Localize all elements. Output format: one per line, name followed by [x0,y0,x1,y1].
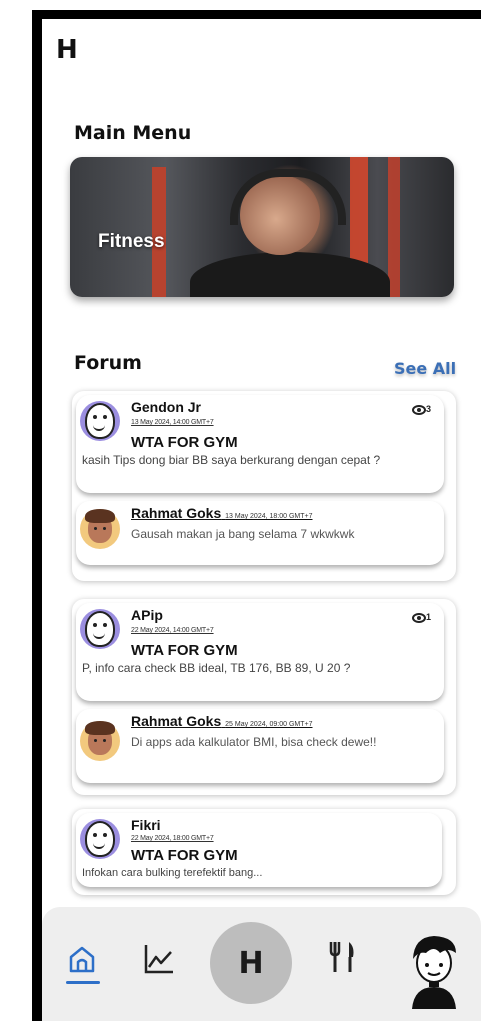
reply-card[interactable]: Rahmat Goks 13 May 2024, 18:00 GMT+7 Gau… [76,501,444,565]
main-menu-title: Main Menu [74,122,192,144]
post-author: APip [131,607,163,623]
nav-profile[interactable] [404,923,464,1009]
user-avatar [80,401,120,441]
forum-thread: APip 22 May 2024, 14:00 GMT+7 1 WTA FOR … [72,599,456,795]
post-body: Infokan cara bulking terefektif bang... [82,867,263,879]
reply-author: Rahmat Goks 25 May 2024, 09:00 GMT+7 [131,713,313,729]
user-avatar [80,509,120,549]
forum-post-card[interactable]: Gendon Jr 13 May 2024, 14:00 GMT+7 3 WTA… [76,395,444,493]
profile-avatar-icon [412,936,456,1009]
device-frame-top [32,10,481,19]
view-count: 3 [412,404,431,415]
user-avatar [80,609,120,649]
post-title: WTA FOR GYM [131,642,238,659]
app-screen: H Main Menu Fitness Forum See All Gendon… [42,19,481,1021]
nav-statistics[interactable] [139,939,179,979]
forum-thread: Fikri 22 May 2024, 18:00 GMT+7 WTA FOR G… [72,809,456,895]
forum-title: Forum [74,352,142,374]
headphones-graphic [230,169,346,225]
reply-card[interactable]: Rahmat Goks 25 May 2024, 09:00 GMT+7 Di … [76,709,444,783]
app-logo: H [56,35,78,65]
nav-home[interactable] [64,939,100,979]
fork-knife-icon [329,942,354,972]
nav-nutrition[interactable] [322,937,362,977]
home-icon [69,946,95,973]
nav-center-logo-button[interactable]: H [210,922,292,1004]
fitness-menu-card[interactable]: Fitness [70,157,454,297]
bottom-navigation: H [42,907,481,1021]
post-body: P, info cara check BB ideal, TB 176, BB … [82,661,351,675]
user-avatar [80,819,120,859]
fitness-card-label: Fitness [98,231,165,252]
active-tab-indicator [66,981,100,984]
chart-icon [144,945,173,974]
reply-body: Gausah makan ja bang selama 7 wkwkwk [131,527,355,541]
post-title: WTA FOR GYM [131,847,238,864]
user-avatar [80,721,120,761]
forum-thread: Gendon Jr 13 May 2024, 14:00 GMT+7 3 WTA… [72,391,456,581]
hero-background-pillar [388,157,400,297]
reply-author: Rahmat Goks 13 May 2024, 18:00 GMT+7 [131,505,313,521]
reply-date: 13 May 2024, 18:00 GMT+7 [225,513,313,520]
post-date: 22 May 2024, 18:00 GMT+7 [131,835,214,842]
eye-icon [412,404,426,415]
eye-icon [412,612,426,623]
post-author: Gendon Jr [131,399,202,415]
post-title: WTA FOR GYM [131,434,238,451]
forum-post-card[interactable]: APip 22 May 2024, 14:00 GMT+7 1 WTA FOR … [76,603,444,701]
see-all-link[interactable]: See All [394,359,456,378]
post-body: kasih Tips dong biar BB saya berkurang d… [82,453,381,467]
device-frame-left [32,10,42,1021]
post-date: 22 May 2024, 14:00 GMT+7 [131,627,214,634]
reply-body: Di apps ada kalkulator BMI, bisa check d… [131,735,377,749]
reply-date: 25 May 2024, 09:00 GMT+7 [225,721,313,728]
forum-post-card[interactable]: Fikri 22 May 2024, 18:00 GMT+7 WTA FOR G… [76,813,442,887]
view-count: 1 [412,612,431,623]
post-date: 13 May 2024, 14:00 GMT+7 [131,419,214,426]
post-author: Fikri [131,817,161,833]
